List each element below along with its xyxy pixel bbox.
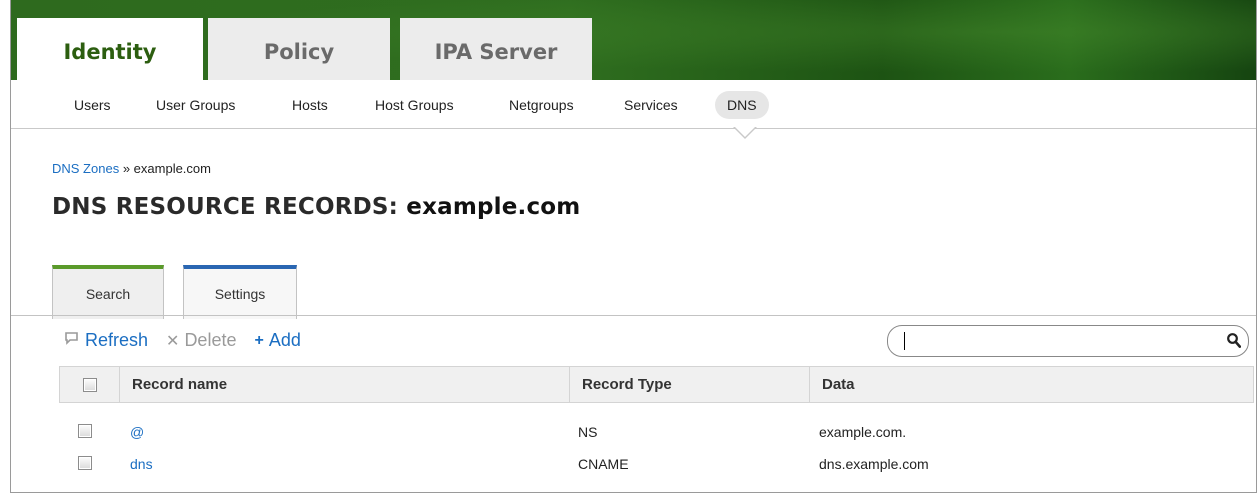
record-data: example.com. — [819, 424, 907, 440]
subnav-host-groups[interactable]: Host Groups — [375, 97, 454, 113]
action-toolbar: Refresh ✕ Delete + Add — [64, 330, 319, 351]
tab-identity-label: Identity — [63, 40, 157, 64]
record-data: dns.example.com — [819, 456, 929, 472]
tab-policy-label: Policy — [263, 40, 335, 64]
select-all-checkbox[interactable] — [83, 377, 97, 392]
breadcrumb-separator: » — [119, 161, 134, 176]
close-icon: ✕ — [166, 332, 180, 350]
search-input[interactable] — [902, 331, 1206, 351]
subnav-netgroups[interactable]: Netgroups — [509, 97, 574, 113]
delete-button[interactable]: ✕ Delete — [166, 330, 236, 351]
refresh-label: Refresh — [85, 330, 149, 350]
page-title-prefix: DNS RESOURCE RECORDS: — [52, 194, 407, 220]
breadcrumb-current: example.com — [133, 161, 211, 176]
column-header-record-type[interactable]: Record Type — [569, 366, 811, 403]
search-field — [887, 325, 1249, 357]
facet-divider — [11, 315, 1256, 316]
table-header: Record name Record Type Data — [59, 366, 1254, 403]
record-type: CNAME — [578, 456, 629, 472]
subnav-users[interactable]: Users — [74, 97, 111, 113]
subnav-services[interactable]: Services — [624, 97, 678, 113]
record-type: NS — [578, 424, 598, 440]
add-label: Add — [268, 330, 301, 350]
plus-icon: + — [254, 331, 264, 349]
active-nav-pointer — [733, 126, 757, 139]
delete-label: Delete — [184, 330, 237, 350]
tab-ipa-server-label: IPA Server — [434, 40, 558, 64]
breadcrumb: DNS Zones » example.com — [52, 161, 211, 176]
search-icon[interactable] — [1227, 333, 1242, 348]
row-checkbox[interactable] — [78, 424, 92, 438]
facet-tab-settings-label: Settings — [214, 286, 266, 302]
table-row: dns CNAME dns.example.com — [59, 452, 1254, 476]
tab-identity[interactable]: Identity — [17, 18, 203, 80]
facet-tab-search-label: Search — [85, 286, 131, 302]
tab-policy[interactable]: Policy — [208, 18, 390, 80]
facet-tab-search[interactable]: Search — [52, 265, 164, 319]
subnav-user-groups[interactable]: User Groups — [156, 97, 235, 113]
refresh-button[interactable]: Refresh — [64, 330, 148, 351]
row-checkbox[interactable] — [78, 456, 92, 470]
header-select-all-cell — [59, 366, 121, 403]
record-name-link[interactable]: dns — [130, 456, 153, 472]
app-frame: Identity Policy IPA Server Users User Gr… — [10, 0, 1257, 493]
table-row: @ NS example.com. — [59, 420, 1254, 444]
page-title-zone: example.com — [406, 194, 581, 220]
facet-tab-settings[interactable]: Settings — [183, 265, 297, 319]
column-header-record-name[interactable]: Record name — [119, 366, 571, 403]
column-header-data[interactable]: Data — [809, 366, 1254, 403]
text-cursor — [904, 332, 905, 350]
record-name-link[interactable]: @ — [130, 424, 144, 440]
breadcrumb-dns-zones-link[interactable]: DNS Zones — [52, 161, 119, 176]
sub-navigation: Users User Groups Hosts Host Groups Netg… — [11, 80, 1256, 129]
page-title: DNS RESOURCE RECORDS: example.com — [52, 194, 580, 220]
refresh-icon — [64, 331, 80, 350]
subnav-hosts[interactable]: Hosts — [292, 97, 328, 113]
tab-ipa-server[interactable]: IPA Server — [400, 18, 592, 80]
add-button[interactable]: + Add — [254, 330, 300, 351]
subnav-dns[interactable]: DNS — [715, 91, 769, 119]
